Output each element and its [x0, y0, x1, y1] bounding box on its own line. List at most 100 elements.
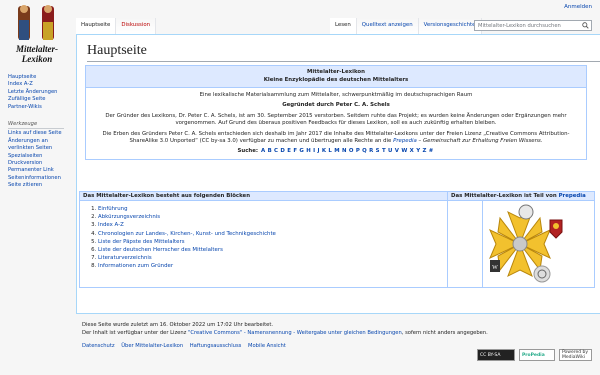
alphabet-link-t[interactable]: T — [382, 148, 386, 154]
alphabet-link-i[interactable]: I — [313, 148, 315, 154]
alphabet-link-j[interactable]: J — [317, 148, 319, 154]
list-item: Liste der Päpste des Mittelalters — [98, 238, 482, 246]
paragraph-license: Die Erben des Gründers Peter C. A. Schel… — [96, 131, 576, 146]
sidebar: Hauptseite Index A-Z Letzte Änderungen Z… — [8, 74, 74, 190]
license-text-c: – Gemeinschaft zur Erhaltung Freien Wiss… — [416, 138, 543, 145]
search-icon[interactable] — [582, 22, 589, 29]
alphabet-link-e[interactable]: E — [287, 148, 291, 154]
list-item: Chronologien zur Landes-, Kirchen-, Kuns… — [98, 230, 482, 238]
search-placeholder: Mittelalter-Lexikon durchsuchen — [478, 23, 561, 29]
alphabet-link-p[interactable]: P — [356, 148, 360, 154]
alphabet-link-v[interactable]: V — [395, 148, 399, 154]
sidebar-item-related-changes[interactable]: Änderungen an verlinkten Seiten — [8, 138, 74, 153]
sidebar-item-whatlinkshere[interactable]: Links auf diese Seite — [8, 130, 74, 137]
footer-link-privacy[interactable]: Datenschutz — [82, 343, 115, 349]
alphabet-link-z[interactable]: Z — [422, 148, 426, 154]
alphabet-link-w[interactable]: W — [401, 148, 407, 154]
sidebar-tools: Links auf diese Seite Änderungen an verl… — [8, 130, 74, 189]
sidebar-item-special-pages[interactable]: Spezialseiten — [8, 153, 74, 160]
alphabet-search: Suche: A B C D E F G H I J K L M N O P Q R S T U V W X Y Z # — [96, 148, 576, 155]
alphabet-link-l[interactable]: L — [328, 148, 331, 154]
alphabet-link-y[interactable]: Y — [416, 148, 420, 154]
alphabet-link-b[interactable]: B — [268, 148, 272, 154]
prepedia-link[interactable]: Prepedia — [393, 138, 417, 144]
sidebar-item-partner-wikis[interactable]: Partner-Wikis — [8, 104, 74, 111]
alphabet-link-s[interactable]: S — [376, 148, 380, 154]
paragraph-founder-death: Der Gründer des Lexikons, Dr. Peter C. A… — [105, 112, 567, 127]
block-link-paepste[interactable]: Liste der Päpste des Mittelalters — [98, 239, 185, 245]
sidebar-item-print[interactable]: Druckversion — [8, 160, 74, 167]
sidebar-item-cite[interactable]: Seite zitieren — [8, 182, 74, 189]
alphabet-link-o[interactable]: O — [349, 148, 354, 154]
alphabet-link-a[interactable]: A — [261, 148, 265, 154]
search-input[interactable]: Mittelalter-Lexikon durchsuchen — [474, 20, 592, 31]
license-suffix: , sofern nicht anders angegeben. — [401, 329, 488, 336]
license-prefix: Der Inhalt ist verfügbar unter der Lizen… — [82, 329, 189, 336]
block-link-herrscher[interactable]: Liste der deutschen Herrscher des Mittel… — [98, 247, 223, 253]
footer-license: Der Inhalt ist verfügbar unter der Lizen… — [82, 330, 592, 338]
footer-link-disclaimer[interactable]: Haftungsausschluss — [190, 343, 242, 349]
block-link-index[interactable]: Index A-Z — [98, 222, 124, 228]
alphabet-link-c[interactable]: C — [274, 148, 278, 154]
sidebar-item-recent-changes[interactable]: Letzte Änderungen — [8, 89, 74, 96]
sidebar-item-index[interactable]: Index A-Z — [8, 81, 74, 88]
intro-box-body: Eine lexikalische Materialsammlung zum M… — [86, 88, 586, 159]
namespace-tabs: Hauptseite Diskussion — [76, 18, 157, 34]
founder-text: Gegründet durch Peter C. A. Schels — [282, 102, 390, 109]
alphabet-link-x[interactable]: X — [410, 148, 414, 154]
tab-versionsgeschichte[interactable]: Versionsgeschichte — [418, 18, 482, 34]
list-item: Literaturverzeichnis — [98, 254, 482, 262]
block-link-einfuehrung[interactable]: Einführung — [98, 206, 128, 212]
alphabet-link-h[interactable]: H — [306, 148, 311, 154]
site-logo[interactable]: Mittelalter- Lexikon — [4, 2, 70, 68]
footer-link-mobile[interactable]: Mobile Ansicht — [248, 343, 286, 349]
list-item: Informationen zum Gründer — [98, 262, 482, 270]
footer-last-modified: Diese Seite wurde zuletzt am 16. Oktober… — [82, 322, 274, 328]
block-link-abkuerzungen[interactable]: Abkürzungsverzeichnis — [98, 214, 160, 220]
block-link-gruender[interactable]: Informationen zum Gründer — [98, 263, 173, 269]
box-subtitle: Kleine Enzyklopädie des deutschen Mittel… — [263, 76, 409, 83]
tab-hauptseite[interactable]: Hauptseite — [76, 18, 117, 34]
mediawiki-badge[interactable]: Powered by MediaWiki — [559, 349, 592, 361]
alphabet-link-d[interactable]: D — [280, 148, 284, 154]
alphabet-link-f[interactable]: F — [293, 148, 297, 154]
svg-text:Lexikon: Lexikon — [21, 54, 53, 64]
alphabet-link-q[interactable]: Q — [362, 148, 367, 154]
block-link-literatur[interactable]: Literaturverzeichnis — [98, 255, 152, 261]
prepedia-emblem-image[interactable]: W — [470, 202, 570, 286]
sidebar-item-hauptseite[interactable]: Hauptseite — [8, 74, 74, 81]
view-tabs: Lesen Quelltext anzeigen Versionsgeschic… — [330, 18, 482, 34]
alphabet-link-g[interactable]: G — [299, 148, 303, 154]
alphabet-link-k[interactable]: K — [322, 148, 326, 154]
cc-license-badge[interactable]: CC BY-SA — [477, 349, 515, 361]
tab-diskussion[interactable]: Diskussion — [116, 18, 157, 34]
sidebar-item-random-page[interactable]: Zufällige Seite — [8, 96, 74, 103]
prepedia-box-header: Das Mittelalter-Lexikon ist Teil von Pre… — [448, 192, 594, 201]
tab-quelltext[interactable]: Quelltext anzeigen — [356, 18, 419, 34]
license-link[interactable]: "Creative Commons" - Namensnennung - Wei… — [188, 330, 402, 336]
personal-bar: Anmelden — [564, 4, 592, 10]
alphabet-link-hash[interactable]: # — [429, 148, 434, 154]
prepedia-box-link[interactable]: Prepedia — [559, 193, 586, 199]
block-link-chronologien[interactable]: Chronologien zur Landes-, Kirchen-, Kuns… — [98, 231, 276, 237]
prepedia-box: Das Mittelalter-Lexikon ist Teil von Pre… — [447, 191, 595, 288]
list-item: Index A-Z — [98, 221, 482, 229]
alphabet-link-m[interactable]: M — [334, 148, 339, 154]
login-link[interactable]: Anmelden — [564, 4, 592, 10]
list-item: Einführung — [98, 205, 482, 213]
sidebar-nav: Hauptseite Index A-Z Letzte Änderungen Z… — [8, 74, 74, 111]
blocks-box: Das Mittelalter-Lexikon besteht aus folg… — [79, 191, 483, 288]
sidebar-item-page-info[interactable]: Seiteninformationen — [8, 175, 74, 182]
footer-link-about[interactable]: Über Mittelalter-Lexikon — [121, 343, 183, 349]
prepedia-badge[interactable]: ProPedia — [519, 349, 555, 361]
alphabet-link-u[interactable]: U — [388, 148, 392, 154]
svg-text:Mittelalter-: Mittelalter- — [15, 44, 58, 54]
intro-box-header: Mittelalter-Lexikon Kleine Enzyklopädie … — [86, 66, 586, 88]
prepedia-box-title: Das Mittelalter-Lexikon ist Teil von — [451, 193, 559, 199]
alphabet-link-r[interactable]: R — [369, 148, 373, 154]
sidebar-item-permalink[interactable]: Permanenter Link — [8, 167, 74, 174]
intro-box: Mittelalter-Lexikon Kleine Enzyklopädie … — [85, 65, 587, 160]
tab-lesen[interactable]: Lesen — [330, 18, 357, 34]
blocks-box-header: Das Mittelalter-Lexikon besteht aus folg… — [80, 192, 482, 201]
alphabet-link-n[interactable]: N — [342, 148, 347, 154]
